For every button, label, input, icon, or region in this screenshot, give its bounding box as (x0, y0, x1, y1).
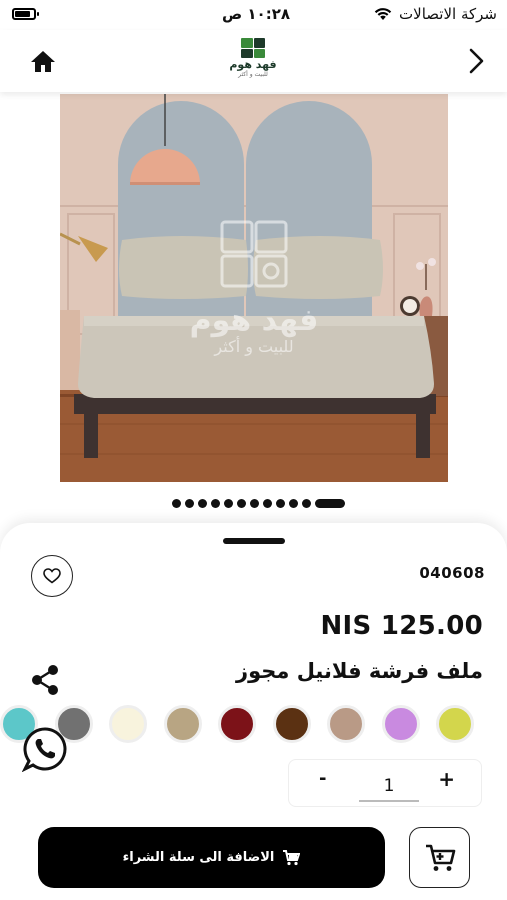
gallery-pagination[interactable] (172, 499, 345, 508)
back-button[interactable] (461, 44, 491, 78)
cart-small-icon (283, 849, 301, 865)
svg-text:فهد هوم: فهد هوم (190, 303, 319, 338)
quantity-input[interactable]: 1 (359, 776, 419, 802)
gallery-dot-active[interactable] (315, 499, 345, 508)
app-header: فهد هوم للبيت و أكثر (0, 30, 507, 92)
gallery-dot[interactable] (302, 499, 311, 508)
share-button[interactable] (29, 663, 61, 697)
share-icon (32, 665, 58, 695)
heart-icon (43, 568, 61, 584)
gallery-dot[interactable] (289, 499, 298, 508)
gallery-dot[interactable] (263, 499, 272, 508)
color-swatch[interactable] (436, 705, 474, 743)
color-swatch[interactable] (109, 705, 147, 743)
product-page: ١٠:٢٨ ص شركة الاتصالات فهد هوم للبيت و أ… (0, 0, 507, 900)
gallery-dot[interactable] (224, 499, 233, 508)
favorite-button[interactable] (31, 555, 73, 597)
battery-icon (12, 8, 39, 20)
gallery-dot[interactable] (250, 499, 259, 508)
color-swatch[interactable] (381, 705, 420, 743)
gallery-dot[interactable] (185, 499, 194, 508)
quantity-stepper: - 1 + (288, 759, 482, 807)
quantity-decrease-button[interactable]: - (319, 768, 326, 789)
battery-level (15, 11, 30, 17)
color-swatch[interactable] (218, 705, 256, 743)
whatsapp-button[interactable] (21, 726, 68, 773)
carrier-name: شركة الاتصالات (399, 5, 497, 23)
home-button[interactable] (28, 46, 58, 76)
color-swatches (0, 705, 507, 745)
cart-icon (425, 844, 455, 871)
home-icon (31, 51, 55, 72)
bed-photo: فهد هوم للبيت و أكثر (60, 94, 448, 482)
whatsapp-icon (21, 727, 67, 773)
color-swatch[interactable] (272, 705, 311, 743)
gallery-dot[interactable] (237, 499, 246, 508)
gallery-dot[interactable] (172, 499, 181, 508)
color-swatch[interactable] (327, 705, 365, 743)
product-name: ملف فرشة فلانيل مجوز (235, 659, 483, 683)
svg-text:للبيت و أكثر: للبيت و أكثر (213, 336, 293, 357)
gallery-dot[interactable] (211, 499, 220, 508)
logo-mark-icon (241, 38, 265, 58)
chevron-right-icon (469, 48, 484, 74)
gallery-dot[interactable] (276, 499, 285, 508)
quantity-increase-button[interactable]: + (438, 767, 455, 791)
add-to-cart-label: الاضافة الى سلة الشراء (122, 850, 275, 865)
gallery-dot[interactable] (198, 499, 207, 508)
product-price: NIS 125.00 (320, 611, 483, 641)
product-details-sheet: 040608 NIS 125.00 ملف فرشة فلانيل مجوز -… (0, 523, 507, 900)
wifi-icon (374, 8, 392, 20)
sheet-drag-handle[interactable] (223, 538, 285, 544)
logo-name: فهد هوم (229, 58, 277, 71)
carrier-info: شركة الاتصالات (373, 5, 497, 23)
color-swatch[interactable] (163, 705, 202, 743)
brand-logo[interactable]: فهد هوم للبيت و أكثر (222, 38, 284, 86)
add-to-cart-button[interactable]: الاضافة الى سلة الشراء (38, 827, 385, 888)
status-bar: ١٠:٢٨ ص شركة الاتصالات (0, 0, 507, 30)
product-image[interactable]: فهد هوم للبيت و أكثر (60, 94, 448, 482)
product-sku: 040608 (419, 564, 485, 582)
logo-tagline: للبيت و أكثر (238, 71, 268, 78)
status-time: ١٠:٢٨ ص (222, 5, 291, 23)
cart-button[interactable] (409, 827, 470, 888)
